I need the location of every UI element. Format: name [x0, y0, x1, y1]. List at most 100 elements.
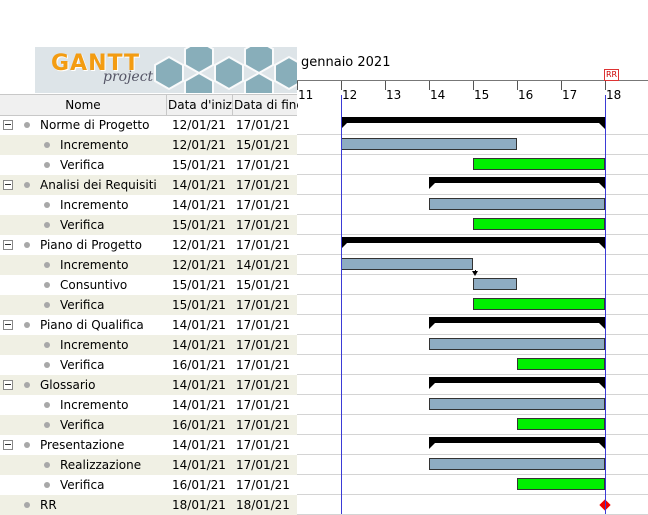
- task-bullet-icon: [44, 482, 50, 488]
- task-bullet-icon: [44, 422, 50, 428]
- task-bullet-icon: [44, 302, 50, 308]
- table-row[interactable]: Glossario 14/01/21 17/01/21: [0, 375, 297, 395]
- task-start-date: 14/01/21: [172, 198, 226, 212]
- verify-task-bar[interactable]: [517, 478, 605, 490]
- table-row[interactable]: Incremento 14/01/21 17/01/21: [0, 195, 297, 215]
- verify-task-bar[interactable]: [517, 358, 605, 370]
- ganttproject-logo: GANTT project: [35, 47, 297, 93]
- verify-task-bar[interactable]: [517, 418, 605, 430]
- increment-task-bar[interactable]: [429, 198, 605, 210]
- table-row[interactable]: Piano di Progetto 12/01/21 17/01/21: [0, 235, 297, 255]
- table-row[interactable]: Verifica 15/01/21 17/01/21: [0, 295, 297, 315]
- task-end-date: 17/01/21: [236, 438, 290, 452]
- task-bullet-icon: [44, 362, 50, 368]
- summary-bar[interactable]: [341, 117, 605, 129]
- day-label: 12: [342, 88, 358, 102]
- date-marker-line: [341, 95, 342, 514]
- task-start-date: 16/01/21: [172, 358, 226, 372]
- task-end-date: 15/01/21: [236, 138, 290, 152]
- task-bullet-icon: [24, 442, 30, 448]
- task-bullet-icon: [44, 282, 50, 288]
- collapse-toggle-icon[interactable]: [3, 180, 13, 190]
- table-row[interactable]: Analisi dei Requisiti 14/01/21 17/01/21: [0, 175, 297, 195]
- day-label: 15: [474, 88, 490, 102]
- task-name: Incremento: [60, 398, 129, 412]
- task-bullet-icon: [24, 382, 30, 388]
- increment-task-bar[interactable]: [341, 138, 517, 150]
- task-bullet-icon: [24, 322, 30, 328]
- summary-bar[interactable]: [429, 377, 605, 389]
- collapse-toggle-icon[interactable]: [3, 240, 13, 250]
- table-row[interactable]: Verifica 16/01/21 17/01/21: [0, 475, 297, 495]
- task-end-date: 17/01/21: [236, 218, 290, 232]
- milestone-marker: RR: [604, 69, 619, 81]
- table-row[interactable]: Verifica 16/01/21 17/01/21: [0, 355, 297, 375]
- task-bullet-icon: [44, 162, 50, 168]
- day-label: 13: [386, 88, 402, 102]
- summary-bar[interactable]: [429, 437, 605, 449]
- table-row[interactable]: Incremento 14/01/21 17/01/21: [0, 335, 297, 355]
- table-row[interactable]: Verifica 16/01/21 17/01/21: [0, 415, 297, 435]
- logo-subtitle: project: [103, 69, 154, 85]
- task-bullet-icon: [44, 142, 50, 148]
- task-start-date: 15/01/21: [172, 218, 226, 232]
- task-name: Norme di Progetto: [40, 118, 150, 132]
- task-bullet-icon: [44, 342, 50, 348]
- collapse-toggle-icon[interactable]: [3, 440, 13, 450]
- task-name: RR: [40, 498, 57, 512]
- table-row[interactable]: Incremento 14/01/21 17/01/21: [0, 395, 297, 415]
- increment-task-bar[interactable]: [473, 278, 517, 290]
- dependency-arrow-icon: [472, 271, 478, 276]
- collapse-toggle-icon[interactable]: [3, 380, 13, 390]
- task-name: Glossario: [40, 378, 96, 392]
- column-header-name[interactable]: Nome: [0, 95, 167, 115]
- task-name: Verifica: [60, 218, 105, 232]
- table-row[interactable]: Verifica 15/01/21 17/01/21: [0, 155, 297, 175]
- task-name: Incremento: [60, 138, 129, 152]
- task-start-date: 12/01/21: [172, 118, 226, 132]
- task-name: Incremento: [60, 198, 129, 212]
- task-bullet-icon: [24, 182, 30, 188]
- verify-task-bar[interactable]: [473, 298, 605, 310]
- task-start-date: 14/01/21: [172, 338, 226, 352]
- task-end-date: 17/01/21: [236, 198, 290, 212]
- day-label: 16: [518, 88, 534, 102]
- task-start-date: 14/01/21: [172, 438, 226, 452]
- table-row[interactable]: Incremento 12/01/21 15/01/21: [0, 135, 297, 155]
- table-row[interactable]: Incremento 12/01/21 14/01/21: [0, 255, 297, 275]
- chart-row: [297, 495, 648, 515]
- table-row[interactable]: Verifica 15/01/21 17/01/21: [0, 215, 297, 235]
- table-row[interactable]: Realizzazione 14/01/21 17/01/21: [0, 455, 297, 475]
- task-bullet-icon: [44, 462, 50, 468]
- task-name: Verifica: [60, 158, 105, 172]
- task-end-date: 17/01/21: [236, 158, 290, 172]
- table-row[interactable]: Presentazione 14/01/21 17/01/21: [0, 435, 297, 455]
- table-row[interactable]: RR 18/01/21 18/01/21: [0, 495, 297, 515]
- task-end-date: 17/01/21: [236, 118, 290, 132]
- summary-bar[interactable]: [429, 177, 605, 189]
- task-end-date: 17/01/21: [236, 318, 290, 332]
- verify-task-bar[interactable]: [473, 218, 605, 230]
- task-end-date: 18/01/21: [236, 498, 290, 512]
- increment-task-bar[interactable]: [429, 458, 605, 470]
- verify-task-bar[interactable]: [473, 158, 605, 170]
- task-name: Realizzazione: [60, 458, 142, 472]
- column-header-start[interactable]: Data d'iniz...: [167, 95, 233, 115]
- task-start-date: 12/01/21: [172, 258, 226, 272]
- collapse-toggle-icon[interactable]: [3, 320, 13, 330]
- table-row[interactable]: Norme di Progetto 12/01/21 17/01/21: [0, 115, 297, 135]
- summary-bar[interactable]: [429, 317, 605, 329]
- table-row[interactable]: Consuntivo 15/01/21 15/01/21: [0, 275, 297, 295]
- increment-task-bar[interactable]: [341, 258, 473, 270]
- task-bullet-icon: [44, 402, 50, 408]
- increment-task-bar[interactable]: [429, 398, 605, 410]
- column-header-end[interactable]: Data di fine: [233, 95, 298, 115]
- collapse-toggle-icon[interactable]: [3, 120, 13, 130]
- task-start-date: 15/01/21: [172, 158, 226, 172]
- task-start-date: 14/01/21: [172, 378, 226, 392]
- task-start-date: 14/01/21: [172, 458, 226, 472]
- task-end-date: 17/01/21: [236, 238, 290, 252]
- table-row[interactable]: Piano di Qualifica 14/01/21 17/01/21: [0, 315, 297, 335]
- summary-bar[interactable]: [341, 237, 605, 249]
- increment-task-bar[interactable]: [429, 338, 605, 350]
